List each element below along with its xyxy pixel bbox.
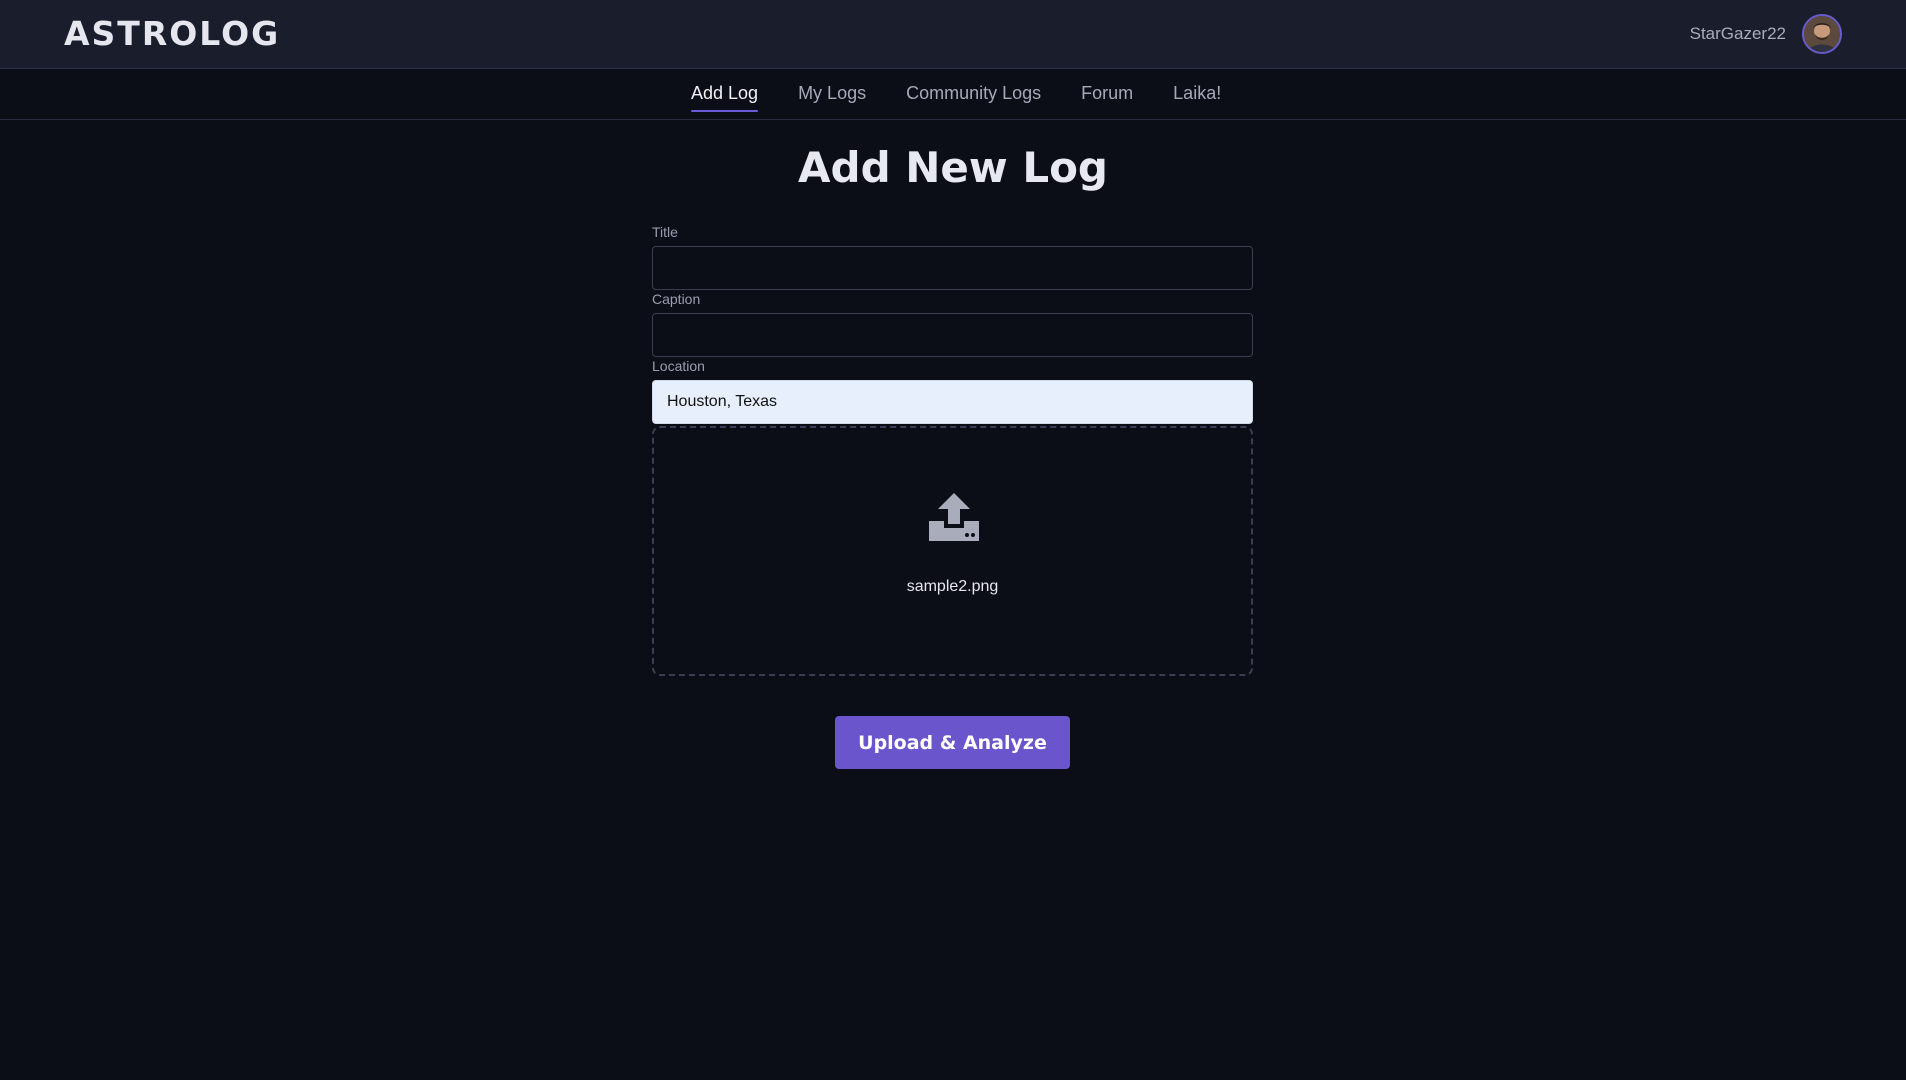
title-label: Title: [652, 224, 678, 240]
nav-add-log[interactable]: Add Log: [691, 83, 759, 112]
image-dropzone[interactable]: sample2.png: [652, 426, 1253, 676]
location-input[interactable]: [652, 380, 1253, 424]
avatar[interactable]: [1802, 14, 1842, 54]
add-log-form: Title Caption Location sample2.png: [652, 224, 1253, 676]
page-title: Add New Log: [798, 143, 1108, 192]
selected-file-name: sample2.png: [906, 578, 999, 595]
nav-community-logs[interactable]: Community Logs: [906, 83, 1041, 112]
caption-input[interactable]: [652, 313, 1253, 357]
nav-forum[interactable]: Forum: [1081, 83, 1133, 112]
app-logo[interactable]: ASTROLOG: [64, 14, 280, 53]
location-label: Location: [652, 358, 705, 374]
user-menu[interactable]: StarGazer22: [1690, 14, 1842, 54]
upload-icon: [929, 493, 979, 541]
username[interactable]: StarGazer22: [1690, 24, 1786, 44]
caption-label: Caption: [652, 291, 701, 307]
nav-laika[interactable]: Laika!: [1173, 83, 1221, 112]
user-avatar-icon: [1804, 16, 1840, 52]
title-input[interactable]: [652, 246, 1253, 290]
location-group: Location: [652, 358, 1253, 424]
nav-my-logs[interactable]: My Logs: [798, 83, 866, 112]
upload-analyze-button[interactable]: Upload & Analyze: [835, 716, 1070, 769]
top-header: ASTROLOG StarGazer22: [0, 0, 1906, 69]
caption-group: Caption: [652, 291, 1253, 357]
title-group: Title: [652, 224, 1253, 290]
main-nav: Add Log My Logs Community Logs Forum Lai…: [0, 69, 1906, 120]
